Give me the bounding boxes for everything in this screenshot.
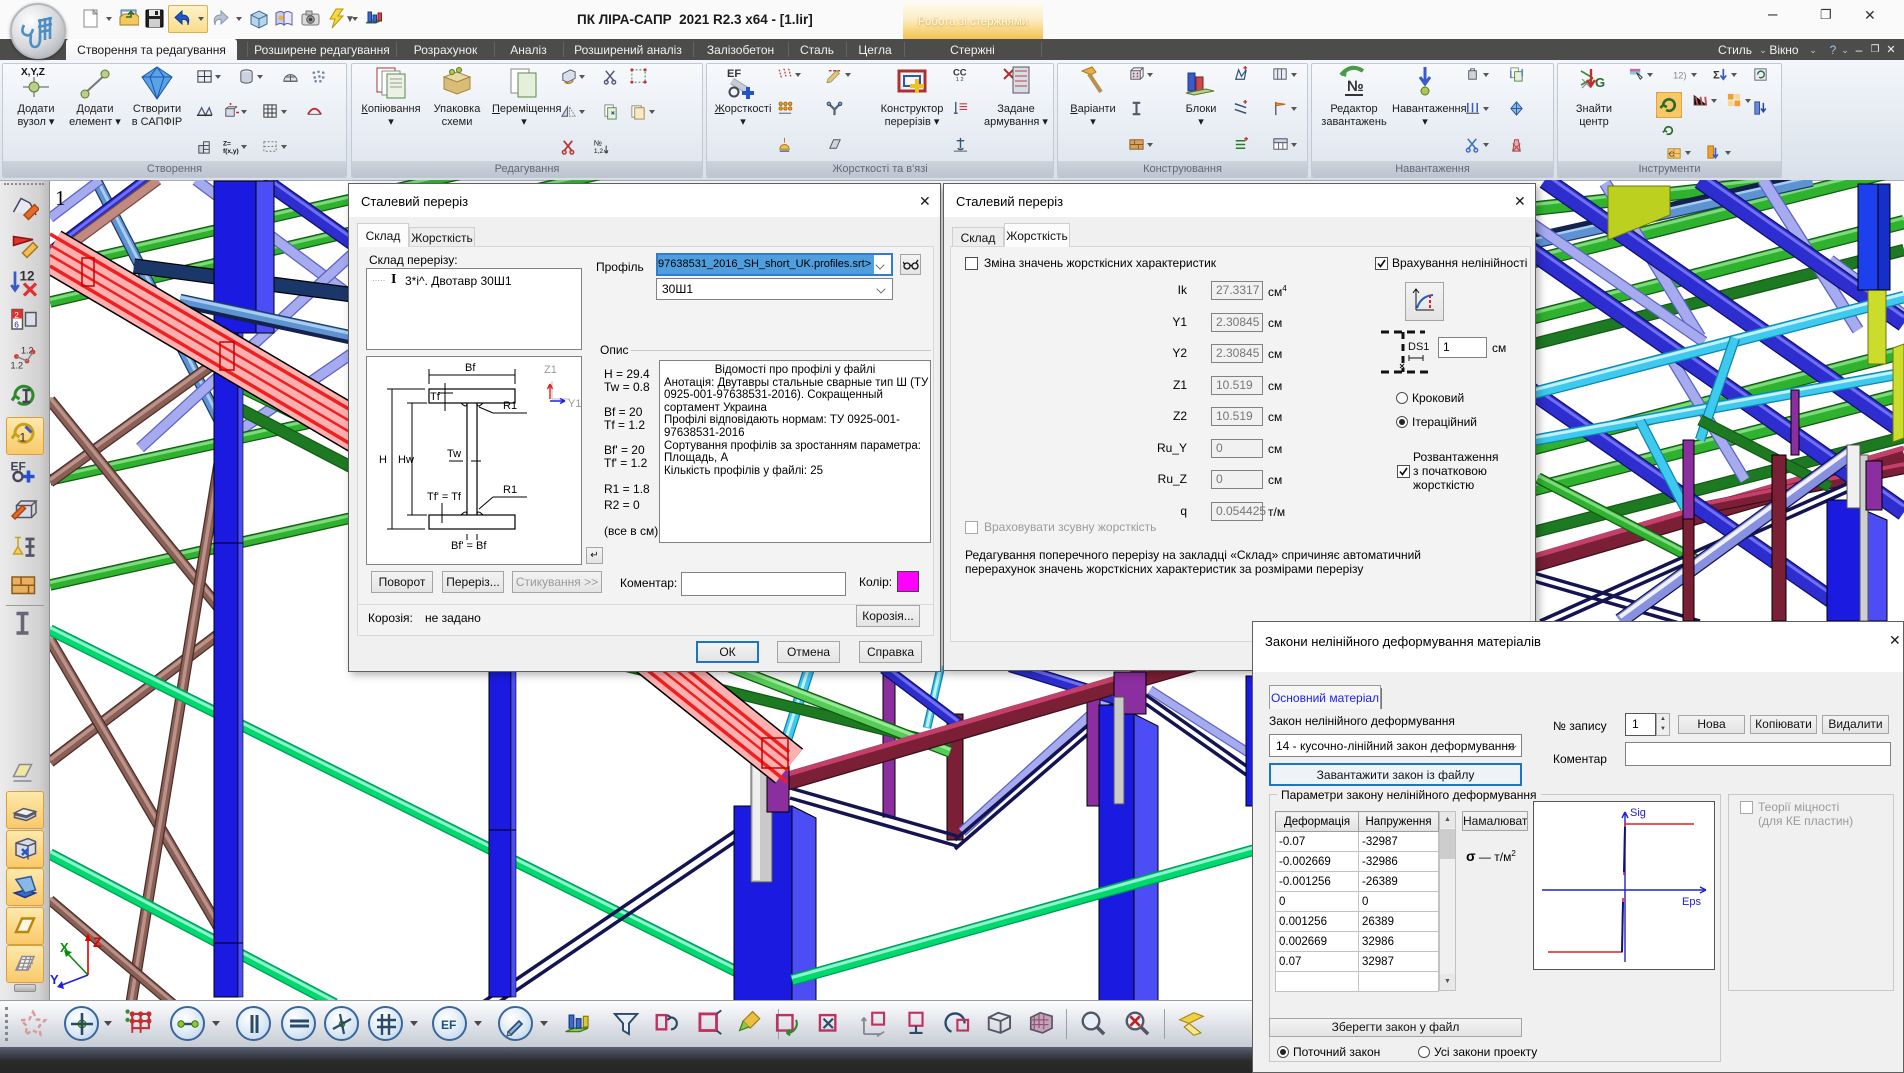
svg-text:Tf: Tf [430,391,441,403]
svg-text:Tf' = Tf: Tf' = Tf [427,491,462,503]
svg-text:1 2: 1 2 [956,77,964,83]
svg-text:X,Y,Z: X,Y,Z [21,67,45,78]
svg-text:Sig: Sig [1630,807,1646,819]
svg-text:Bf' = Bf: Bf' = Bf [451,540,487,552]
svg-text:12): 12) [1673,70,1687,81]
svg-text:Bf: Bf [465,362,476,374]
svg-text:Eps: Eps [1682,896,1701,908]
svg-text:R1: R1 [503,400,517,412]
svg-text:1: 1 [20,431,27,445]
svg-text:C: C [1669,149,1675,158]
svg-text:EF: EF [441,1018,456,1032]
svg-text:X: X [60,940,69,955]
svg-text:EF: EF [727,68,741,80]
svg-text:G: G [1595,75,1605,90]
svg-text:R1: R1 [503,484,517,496]
svg-text:Z=: Z= [223,141,231,148]
svg-text:Σ: Σ [1713,69,1720,81]
svg-text:Tw: Tw [447,448,461,460]
svg-text:1: 1 [55,186,66,210]
svg-text:12: 12 [20,269,35,284]
svg-text:Y: Y [50,972,59,987]
svg-text:2: 2 [14,311,19,320]
svg-text:1.2: 1.2 [11,361,24,371]
svg-text:H: H [379,454,387,466]
svg-text:Z1: Z1 [544,364,557,376]
svg-text:6: 6 [14,321,19,330]
svg-text:№: № [1347,78,1364,95]
svg-text:f(x,y): f(x,y) [223,148,239,155]
svg-text:Hw: Hw [398,454,414,466]
svg-text:№: № [594,139,602,148]
svg-text:DS1: DS1 [1408,341,1429,353]
svg-text:Y1: Y1 [568,398,581,410]
svg-text:Z: Z [93,934,102,950]
